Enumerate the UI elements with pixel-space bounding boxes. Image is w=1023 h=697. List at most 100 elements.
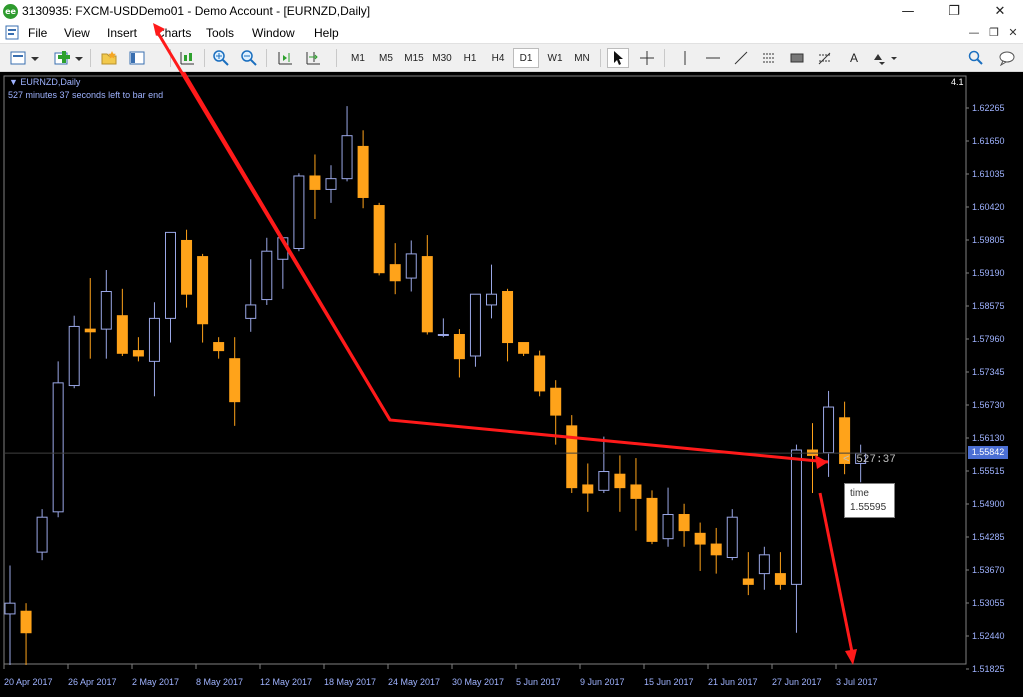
rectangle-icon[interactable] bbox=[786, 48, 808, 68]
chat-icon[interactable] bbox=[996, 48, 1018, 68]
timeframe-m30[interactable]: M30 bbox=[429, 48, 455, 68]
timeframe-m5[interactable]: M5 bbox=[373, 48, 399, 68]
timeframe-mn[interactable]: MN bbox=[569, 48, 595, 68]
menu-file[interactable]: File bbox=[28, 26, 47, 40]
candle bbox=[742, 552, 754, 596]
time-axis-label: 20 Apr 2017 bbox=[4, 677, 53, 687]
search-icon[interactable] bbox=[966, 48, 986, 68]
cursor-icon[interactable] bbox=[607, 48, 629, 68]
window-title: 3130935: FXCM-USDDemo01 - Demo Account -… bbox=[22, 4, 371, 18]
candle-body bbox=[52, 382, 64, 513]
candle-body bbox=[213, 342, 225, 352]
one-click-trading-label: 4.1 bbox=[951, 77, 964, 87]
candle-body bbox=[405, 253, 417, 279]
candle bbox=[261, 237, 273, 305]
price-axis-label: 1.60420 bbox=[972, 202, 1005, 212]
candle-body bbox=[84, 328, 96, 333]
menu-tools[interactable]: Tools bbox=[206, 26, 234, 40]
candle-body bbox=[453, 333, 465, 360]
time-axis-label: 9 Jun 2017 bbox=[580, 677, 625, 687]
timeframe-m1[interactable]: M1 bbox=[345, 48, 371, 68]
candle-body bbox=[309, 175, 321, 190]
menu-view[interactable]: View bbox=[64, 26, 90, 40]
timeframe-m15[interactable]: M15 bbox=[401, 48, 427, 68]
candle bbox=[405, 240, 417, 292]
candle bbox=[502, 288, 514, 362]
channel-icon[interactable] bbox=[758, 48, 780, 68]
price-chart[interactable]: 1.62265 1.61650 1.61035 1.60420 1.59805 1.591… bbox=[0, 72, 1023, 697]
zoom-out-icon[interactable] bbox=[238, 48, 260, 68]
autotrading-icon[interactable] bbox=[176, 48, 198, 68]
time-axis-label: 12 May 2017 bbox=[260, 677, 312, 687]
candle-body bbox=[325, 178, 337, 190]
candle-body bbox=[823, 406, 835, 454]
candle bbox=[100, 270, 112, 359]
timeframe-w1[interactable]: W1 bbox=[542, 48, 568, 68]
annotation-arrowhead bbox=[815, 455, 828, 469]
candle-body bbox=[4, 602, 16, 615]
add-icon[interactable] bbox=[52, 48, 86, 68]
horizontal-line-icon[interactable] bbox=[702, 48, 724, 68]
new-chart-icon[interactable] bbox=[8, 48, 42, 68]
candle-body bbox=[742, 578, 754, 585]
candle-body bbox=[36, 516, 48, 553]
time-axis-label: 3 Jul 2017 bbox=[836, 677, 878, 687]
timeframe-h4[interactable]: H4 bbox=[485, 48, 511, 68]
candle-body bbox=[678, 514, 690, 532]
chart-window-icon[interactable] bbox=[5, 25, 19, 40]
price-axis-label: 1.51825 bbox=[972, 664, 1005, 674]
menu-insert[interactable]: Insert bbox=[107, 26, 137, 40]
candle-body bbox=[614, 473, 626, 489]
price-axis-label: 1.56730 bbox=[972, 400, 1005, 410]
candle bbox=[694, 522, 706, 571]
menu-charts[interactable]: Charts bbox=[156, 26, 191, 40]
candle bbox=[325, 165, 337, 203]
candle-body bbox=[165, 231, 176, 319]
restore-button[interactable]: ❐ bbox=[931, 0, 977, 23]
candle bbox=[421, 235, 433, 335]
candle bbox=[437, 318, 449, 338]
candle-body bbox=[357, 145, 369, 198]
candle-body bbox=[550, 387, 562, 416]
app-logo-icon: ee bbox=[3, 4, 18, 19]
fibonacci-icon[interactable] bbox=[814, 48, 836, 68]
menu-help[interactable]: Help bbox=[314, 26, 339, 40]
tooltip-value: 1.55595 bbox=[850, 502, 887, 513]
close-button[interactable]: ✕ bbox=[977, 0, 1023, 23]
timeframe-h1[interactable]: H1 bbox=[457, 48, 483, 68]
vertical-line-icon[interactable] bbox=[674, 48, 696, 68]
candle-body bbox=[582, 484, 594, 494]
candle-body bbox=[662, 514, 674, 540]
crosshair-tooltip: time 1.55595 bbox=[844, 483, 895, 518]
trendline-icon[interactable] bbox=[730, 48, 752, 68]
candle-body bbox=[20, 610, 32, 634]
candle-body bbox=[758, 554, 770, 575]
candle-body bbox=[726, 516, 738, 558]
favorites-icon[interactable] bbox=[98, 48, 120, 68]
minimize-button[interactable]: — bbox=[885, 0, 931, 23]
chart-shift-icon[interactable] bbox=[274, 48, 296, 68]
candle-body bbox=[245, 304, 257, 319]
menu-window[interactable]: Window bbox=[252, 26, 295, 40]
candle-body bbox=[341, 135, 353, 180]
crosshair-icon[interactable] bbox=[636, 48, 658, 68]
mdi-close-button[interactable]: ✕ bbox=[1006, 26, 1020, 40]
time-axis-label: 21 Jun 2017 bbox=[708, 677, 758, 687]
candle-body bbox=[630, 484, 642, 499]
candle-body bbox=[100, 291, 112, 330]
chart-area[interactable]: 1.62265 1.61650 1.61035 1.60420 1.59805 1.591… bbox=[0, 72, 1023, 697]
text-icon[interactable]: A bbox=[843, 48, 865, 68]
autoscroll-icon[interactable] bbox=[302, 48, 324, 68]
price-axis-label: 1.57345 bbox=[972, 367, 1005, 377]
navigator-icon[interactable] bbox=[126, 48, 148, 68]
candle-body bbox=[373, 205, 385, 274]
timeframe-d1[interactable]: D1 bbox=[513, 48, 539, 68]
mdi-minimize-button[interactable]: — bbox=[967, 26, 981, 40]
mdi-restore-button[interactable]: ❐ bbox=[987, 26, 1001, 40]
price-axis-label: 1.58575 bbox=[972, 301, 1005, 311]
time-axis-label: 26 Apr 2017 bbox=[68, 677, 117, 687]
zoom-in-icon[interactable] bbox=[210, 48, 232, 68]
arrows-icon[interactable] bbox=[870, 48, 900, 68]
candle-body bbox=[774, 573, 786, 585]
current-price-tag: 1.55842 bbox=[968, 446, 1008, 460]
